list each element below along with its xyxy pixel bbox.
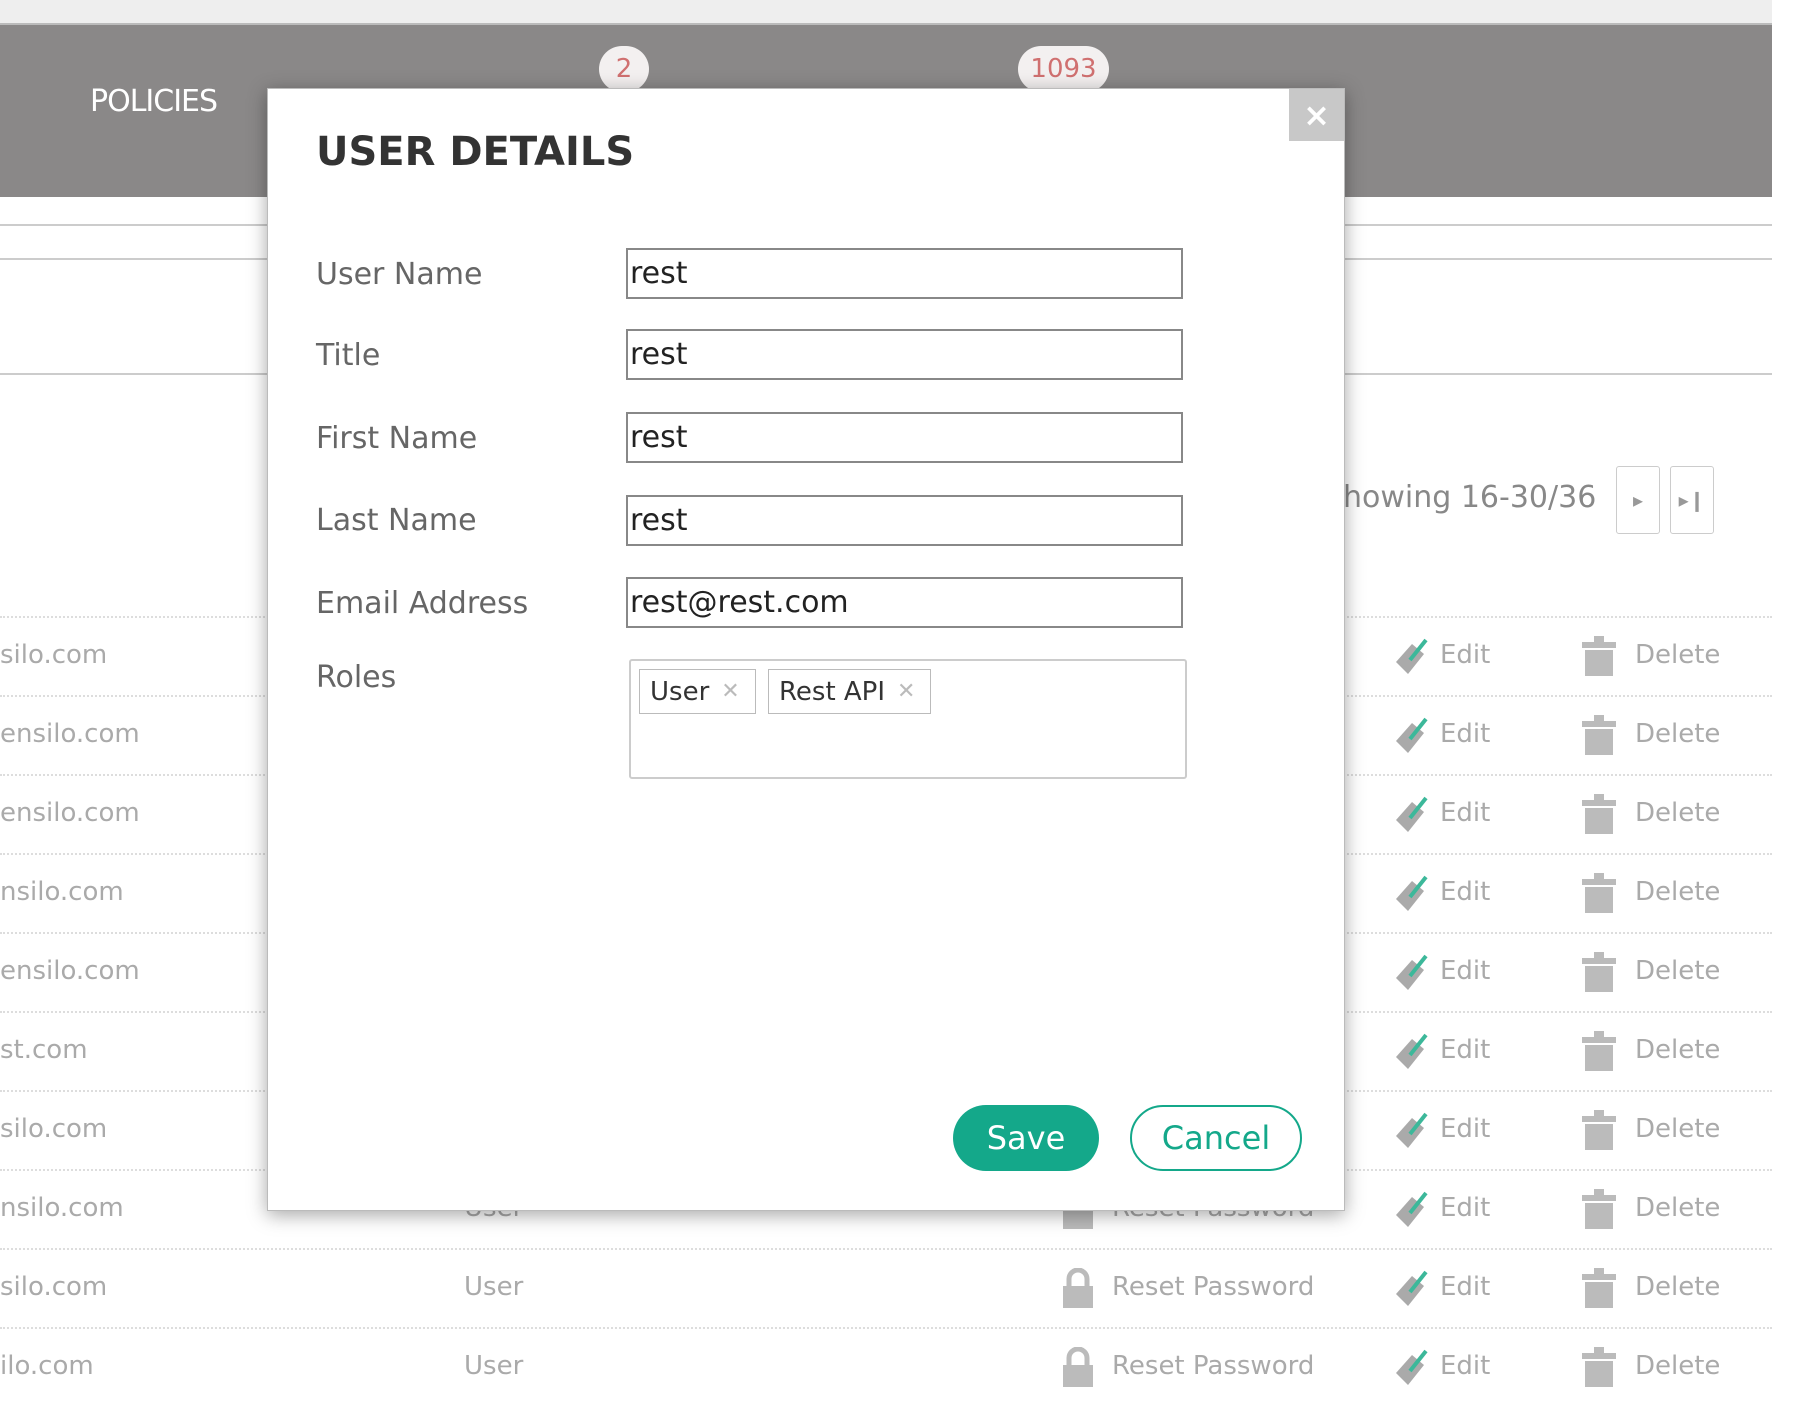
trash-icon bbox=[1582, 715, 1616, 755]
edit-link[interactable]: Edit bbox=[1440, 1193, 1490, 1223]
edit-icon bbox=[1396, 1191, 1428, 1227]
label-user-name: User Name bbox=[316, 257, 483, 292]
trash-icon bbox=[1582, 952, 1616, 992]
dialog-title: USER DETAILS bbox=[316, 129, 635, 175]
edit-link[interactable]: Edit bbox=[1440, 956, 1490, 986]
role-cell: User bbox=[464, 1272, 524, 1302]
delete-link[interactable]: Delete bbox=[1635, 877, 1720, 907]
email-cell: silo.com bbox=[0, 1114, 108, 1144]
last-name-input[interactable] bbox=[626, 495, 1183, 546]
trash-icon bbox=[1582, 794, 1616, 834]
last-page-button[interactable]: ▸❙ bbox=[1670, 466, 1714, 534]
badge-count: 1093 bbox=[1018, 46, 1109, 92]
edit-link[interactable]: Edit bbox=[1440, 719, 1490, 749]
edit-link[interactable]: Edit bbox=[1440, 1272, 1490, 1302]
edit-icon bbox=[1396, 1349, 1428, 1385]
edit-link[interactable]: Edit bbox=[1440, 640, 1490, 670]
delete-link[interactable]: Delete bbox=[1635, 1114, 1720, 1144]
email-cell: silo.com bbox=[0, 1272, 108, 1302]
delete-link[interactable]: Delete bbox=[1635, 1351, 1720, 1381]
email-cell: ilo.com bbox=[0, 1351, 94, 1381]
edit-icon bbox=[1396, 796, 1428, 832]
reset-password-link[interactable]: Reset Password bbox=[1112, 1351, 1314, 1381]
remove-icon[interactable]: ✕ bbox=[721, 679, 739, 704]
user-name-input[interactable] bbox=[626, 248, 1183, 299]
title-input[interactable] bbox=[626, 329, 1183, 380]
label-first-name: First Name bbox=[316, 421, 478, 456]
next-page-button[interactable]: ▸ bbox=[1616, 466, 1660, 534]
nav-policies[interactable]: POLICIES bbox=[90, 84, 218, 119]
trash-icon bbox=[1582, 1031, 1616, 1071]
trash-icon bbox=[1582, 1110, 1616, 1150]
role-cell: User bbox=[464, 1351, 524, 1381]
trash-icon bbox=[1582, 1189, 1616, 1229]
edit-icon bbox=[1396, 1033, 1428, 1069]
save-button[interactable]: Save bbox=[953, 1105, 1099, 1171]
label-roles: Roles bbox=[316, 660, 397, 695]
close-button[interactable]: × bbox=[1289, 89, 1344, 141]
edit-icon bbox=[1396, 638, 1428, 674]
edit-link[interactable]: Edit bbox=[1440, 1351, 1490, 1381]
close-icon: × bbox=[1303, 96, 1330, 134]
pagination-status: howing 16-30/36 bbox=[1343, 480, 1597, 515]
remove-icon[interactable]: ✕ bbox=[897, 679, 915, 704]
email-cell: nsilo.com bbox=[0, 877, 124, 907]
trash-icon bbox=[1582, 1347, 1616, 1387]
trash-icon bbox=[1582, 1268, 1616, 1308]
email-cell: silo.com bbox=[0, 640, 108, 670]
cancel-button[interactable]: Cancel bbox=[1130, 1105, 1302, 1171]
email-cell: ensilo.com bbox=[0, 956, 140, 986]
role-tag: User ✕ bbox=[639, 669, 756, 714]
top-strip bbox=[0, 0, 1772, 26]
role-tag-label: Rest API bbox=[779, 676, 886, 707]
skip-end-icon: ▸❙ bbox=[1678, 488, 1706, 512]
table-row: silo.com User Reset Password Edit Delete bbox=[0, 1248, 1772, 1328]
email-cell: ensilo.com bbox=[0, 798, 140, 828]
edit-icon bbox=[1396, 1112, 1428, 1148]
role-tag: Rest API ✕ bbox=[768, 669, 931, 714]
delete-link[interactable]: Delete bbox=[1635, 1272, 1720, 1302]
delete-link[interactable]: Delete bbox=[1635, 1035, 1720, 1065]
edit-link[interactable]: Edit bbox=[1440, 798, 1490, 828]
role-tag-label: User bbox=[650, 676, 710, 707]
label-last-name: Last Name bbox=[316, 503, 477, 538]
delete-link[interactable]: Delete bbox=[1635, 956, 1720, 986]
email-input[interactable] bbox=[626, 577, 1183, 628]
user-details-dialog: × USER DETAILS User Name Title First Nam… bbox=[267, 88, 1345, 1211]
table-row: ilo.com User Reset Password Edit Delete bbox=[0, 1327, 1772, 1407]
edit-link[interactable]: Edit bbox=[1440, 1114, 1490, 1144]
delete-link[interactable]: Delete bbox=[1635, 1193, 1720, 1223]
lock-icon bbox=[1063, 1268, 1093, 1308]
label-title: Title bbox=[316, 338, 381, 373]
roles-input[interactable]: User ✕ Rest API ✕ bbox=[629, 659, 1187, 779]
delete-link[interactable]: Delete bbox=[1635, 798, 1720, 828]
edit-icon bbox=[1396, 1270, 1428, 1306]
email-cell: st.com bbox=[0, 1035, 88, 1065]
edit-icon bbox=[1396, 875, 1428, 911]
delete-link[interactable]: Delete bbox=[1635, 640, 1720, 670]
edit-icon bbox=[1396, 954, 1428, 990]
trash-icon bbox=[1582, 873, 1616, 913]
first-name-input[interactable] bbox=[626, 412, 1183, 463]
reset-password-link[interactable]: Reset Password bbox=[1112, 1272, 1314, 1302]
edit-link[interactable]: Edit bbox=[1440, 1035, 1490, 1065]
lock-icon bbox=[1063, 1347, 1093, 1387]
edit-icon bbox=[1396, 717, 1428, 753]
email-cell: nsilo.com bbox=[0, 1193, 124, 1223]
delete-link[interactable]: Delete bbox=[1635, 719, 1720, 749]
play-icon: ▸ bbox=[1632, 488, 1644, 512]
trash-icon bbox=[1582, 636, 1616, 676]
edit-link[interactable]: Edit bbox=[1440, 877, 1490, 907]
label-email: Email Address bbox=[316, 586, 529, 621]
email-cell: ensilo.com bbox=[0, 719, 140, 749]
badge-count: 2 bbox=[599, 46, 649, 92]
